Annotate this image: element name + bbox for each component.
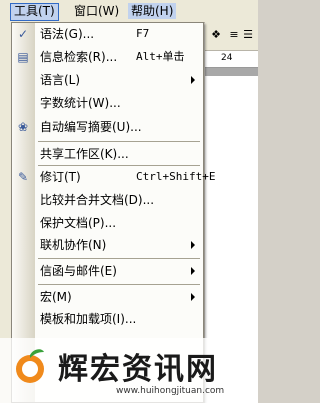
menu-item-label: 信函与邮件(E): [40, 264, 117, 278]
menu-item-letters-mailings[interactable]: 信函与邮件(E): [12, 261, 203, 281]
submenu-arrow-icon: [191, 76, 195, 84]
menu-item-label: 联机协作(N): [40, 238, 107, 252]
ruler-tick-label: 24: [221, 53, 233, 63]
submenu-arrow-icon: [191, 293, 195, 301]
menu-item-track-changes[interactable]: ✎ 修订(T) Ctrl+Shift+E: [12, 167, 216, 187]
menu-item-word-count[interactable]: 字数统计(W)...: [12, 93, 203, 113]
watermark-brand: 辉宏资讯网: [58, 352, 218, 387]
submenu-arrow-icon: [191, 241, 195, 249]
menu-item-label: 语法(G)...: [40, 27, 95, 41]
menu-item-label: 共享工作区(K)...: [40, 147, 129, 161]
watermark-url: www.huihongjituan.com: [116, 386, 225, 396]
menu-item-autosummarize[interactable]: ❀ 自动编写摘要(U)...: [12, 117, 203, 137]
menu-item-shared-workspace[interactable]: 共享工作区(K)...: [12, 144, 203, 164]
menu-item-label: 语言(L): [40, 73, 81, 87]
menu-item-label: 信息检索(R)...: [40, 50, 118, 64]
research-icon: ▤: [17, 50, 29, 64]
menu-item-macro[interactable]: 宏(M): [12, 287, 203, 307]
menu-item-label: 字数统计(W)...: [40, 96, 121, 110]
autosummarize-icon: ❀: [17, 120, 29, 134]
menu-item-grammar[interactable]: ✓ 语法(G)... F7: [12, 24, 203, 44]
menu-item-label: 模板和加载项(I)...: [40, 312, 137, 326]
menu-item-label: 修订(T): [40, 170, 81, 184]
menu-separator: [38, 284, 200, 285]
menu-item-language[interactable]: 语言(L): [12, 70, 203, 90]
align-icon[interactable]: ≡: [227, 28, 241, 42]
menu-item-protect-document[interactable]: 保护文档(P)...: [12, 213, 203, 233]
line-spacing-icon[interactable]: ☰: [241, 28, 255, 42]
menu-separator: [38, 165, 200, 166]
menu-window[interactable]: 窗口(W): [71, 3, 122, 19]
watermark: 辉宏资讯网 www.huihongjituan.com: [0, 338, 258, 403]
formatting-toolbar: ❖ ≡ ☰: [205, 22, 258, 51]
menu-item-label: 自动编写摘要(U)...: [40, 120, 142, 134]
ruler: 24: [205, 51, 258, 68]
menu-separator: [38, 141, 200, 142]
menu-item-shortcut: F7: [136, 27, 150, 40]
submenu-arrow-icon: [191, 267, 195, 275]
menu-help[interactable]: 帮助(H): [128, 3, 177, 19]
menu-item-templates-addins[interactable]: 模板和加载项(I)...: [12, 309, 203, 329]
menu-item-compare-merge[interactable]: 比较并合并文档(D)...: [12, 190, 203, 210]
menu-item-shortcut: Ctrl+Shift+E: [136, 170, 216, 183]
track-changes-icon: ✎: [17, 170, 29, 184]
menu-item-research[interactable]: ▤ 信息检索(R)... Alt+单击: [12, 47, 203, 67]
toolbar-icon[interactable]: ❖: [209, 28, 223, 42]
menu-item-label: 保护文档(P)...: [40, 216, 117, 230]
grammar-icon: ✓: [17, 27, 29, 41]
menu-tools[interactable]: 工具(T): [10, 3, 59, 21]
menu-item-online-collaboration[interactable]: 联机协作(N): [12, 235, 203, 255]
menu-bar: 工具(T) 窗口(W) 帮助(H): [0, 0, 258, 23]
fruit-logo-icon: [16, 349, 44, 383]
menu-separator: [38, 258, 200, 259]
menu-item-label: 比较并合并文档(D)...: [40, 193, 155, 207]
menu-item-shortcut: Alt+单击: [136, 50, 185, 63]
menu-item-label: 宏(M): [40, 290, 72, 304]
